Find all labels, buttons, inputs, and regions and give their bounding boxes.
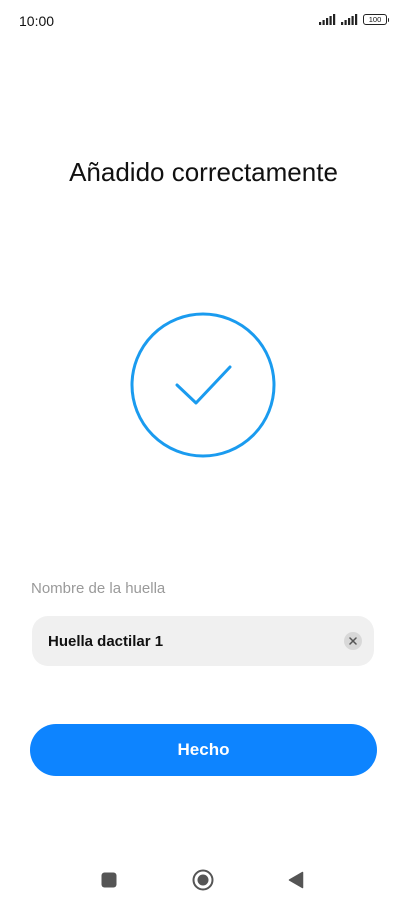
home-button[interactable]: [191, 868, 215, 892]
clear-button[interactable]: [344, 632, 362, 650]
fingerprint-name-label: Nombre de la huella: [31, 580, 166, 597]
status-time: 10:00: [19, 13, 55, 29]
signal-icon: [319, 14, 336, 25]
recents-button[interactable]: [97, 868, 121, 892]
battery-icon: 100: [363, 14, 389, 25]
recents-square-icon: [101, 872, 117, 888]
fingerprint-name-field-container: [32, 616, 374, 666]
home-circle-icon: [192, 869, 214, 891]
back-triangle-icon: [288, 871, 304, 889]
done-button[interactable]: Hecho: [30, 724, 377, 776]
battery-level: 100: [368, 14, 382, 24]
back-button[interactable]: [284, 868, 308, 892]
fingerprint-name-input[interactable]: [48, 616, 338, 666]
screen: 10:00 100 Añadido correctamente Nombre d…: [0, 0, 407, 906]
navigation-bar: [0, 860, 407, 900]
status-icons: 100: [319, 14, 389, 25]
status-bar: 10:00 100: [0, 0, 407, 42]
check-circle-icon: [130, 312, 276, 458]
clear-icon: [349, 637, 357, 645]
page-title: Añadido correctamente: [69, 157, 338, 187]
signal-icon: [341, 14, 358, 25]
